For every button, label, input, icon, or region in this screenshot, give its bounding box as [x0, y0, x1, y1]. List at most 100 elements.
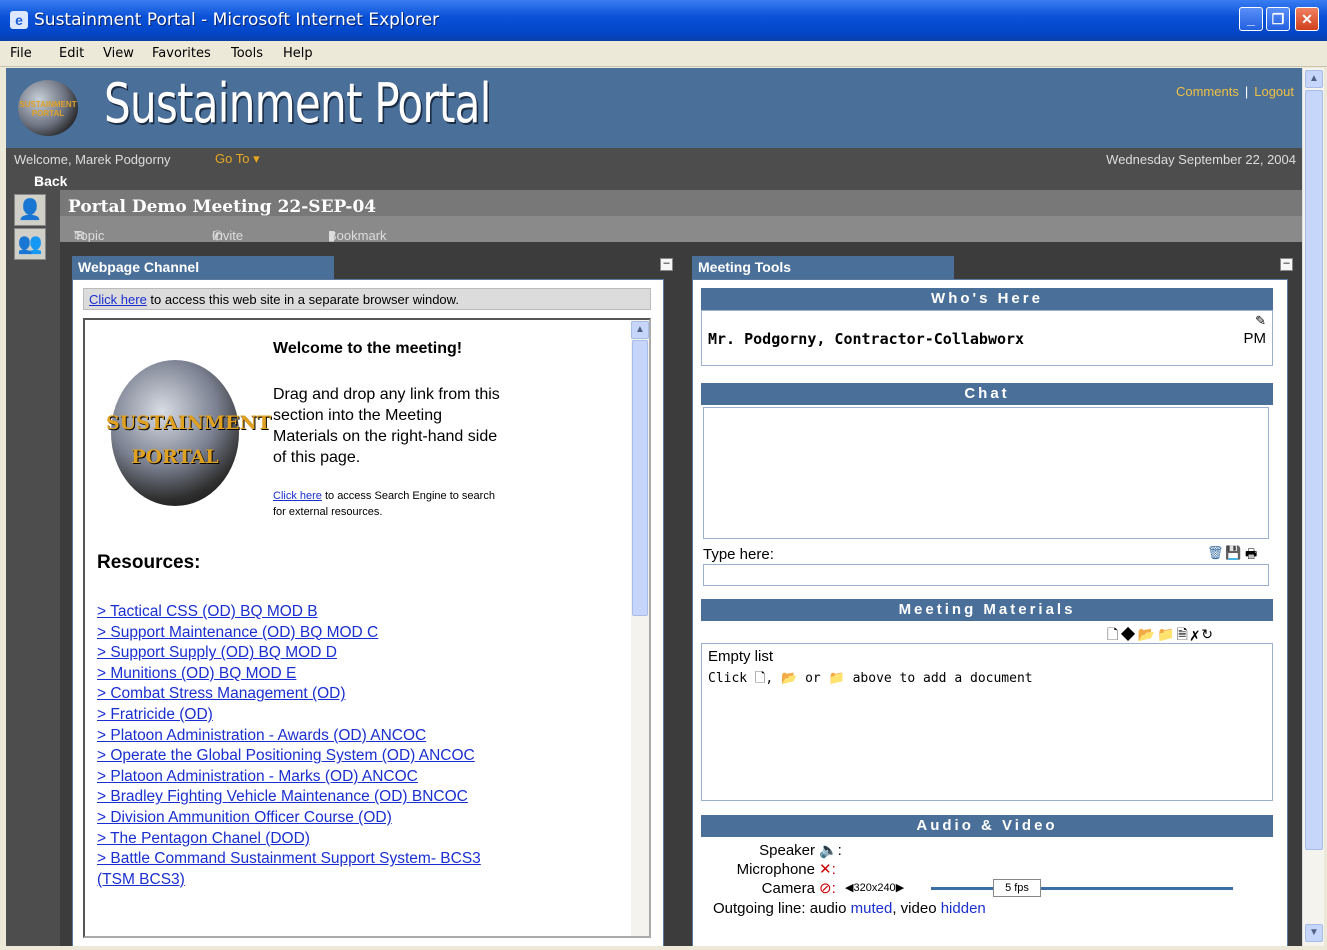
minimize-button[interactable]: _	[1239, 7, 1263, 31]
page-scroll-thumb[interactable]	[1305, 90, 1323, 850]
small-new-document-icon: 🗋	[754, 671, 766, 686]
resource-link[interactable]: > Tactical CSS (OD) BQ MOD B	[97, 602, 497, 623]
fps-slider-track[interactable]	[931, 887, 1233, 890]
resolution-right-arrow-icon[interactable]: ▶	[896, 882, 904, 894]
resource-link[interactable]: > Battle Command Sustainment Support Sys…	[97, 849, 497, 890]
folder-add-icon[interactable]: 📂	[1138, 626, 1157, 642]
resource-link[interactable]: > Munitions (OD) BQ MOD E	[97, 664, 497, 685]
maximize-button[interactable]: ❐	[1266, 7, 1290, 31]
folder-open-icon[interactable]: 📁	[1157, 626, 1176, 642]
meeting-materials-header: Meeting Materials	[701, 599, 1273, 621]
whos-here-header: Who's Here	[701, 288, 1273, 310]
open-separate-window-bar: Click here to access this web site in a …	[83, 288, 651, 310]
copy-document-icon[interactable]: 🗎	[1177, 626, 1190, 642]
comments-link[interactable]: Comments	[1176, 84, 1239, 99]
user-edit-icon[interactable]: ✎	[1255, 313, 1266, 329]
open-separate-window-link[interactable]: Click here	[89, 292, 147, 307]
resolution-value: 320x240	[853, 882, 896, 894]
top-links: Comments | Logout	[1175, 84, 1294, 99]
meeting-actions: ✉ Topic Feedback ✆ Invite Users ▮ Bookma…	[60, 216, 1302, 258]
speaker-icon[interactable]: 🔈:	[819, 841, 842, 859]
fps-slider-handle[interactable]: 5 fps	[993, 879, 1041, 897]
page-scrollbar[interactable]: ▲ ▼	[1302, 68, 1324, 946]
collapse-meeting-tools-button[interactable]: –	[1280, 258, 1293, 271]
portal-globe-logo: SUSTAINMENT PORTAL	[18, 80, 78, 136]
goto-menu[interactable]: Go To ▾	[215, 151, 260, 167]
sustainment-portal-logo: SUSTAINMENT PORTAL	[106, 360, 271, 506]
welcome-heading: Welcome to the meeting!	[273, 340, 463, 357]
resource-link[interactable]: > Platoon Administration - Awards (OD) A…	[97, 726, 497, 747]
portal-banner: SUSTAINMENT PORTAL Sustainment Portal Co…	[6, 68, 1302, 148]
collapse-webpage-channel-button[interactable]: –	[660, 258, 673, 271]
menu-tools[interactable]: Tools	[231, 46, 263, 61]
microphone-label: Microphone	[736, 861, 815, 878]
camera-label: Camera	[761, 880, 815, 897]
materials-hint-or: or	[805, 671, 821, 686]
participant-name: Mr. Podgorny, Contractor-Collabworx	[708, 330, 1025, 348]
trash-icon[interactable]: 🗑	[1207, 545, 1224, 561]
resource-link[interactable]: > Support Maintenance (OD) BQ MOD C	[97, 623, 497, 644]
resource-link[interactable]: > Operate the Global Positioning System …	[97, 746, 497, 767]
close-button[interactable]: ✕	[1295, 7, 1319, 31]
meeting-tools-tab: Meeting Tools	[692, 256, 954, 279]
menu-favorites[interactable]: Favorites	[152, 46, 211, 61]
welcome-bar: Welcome, Marek Podgorny Go To ▾ Wednesda…	[6, 148, 1302, 171]
logo-line1: SUSTAINMENT	[106, 412, 272, 434]
menu-bar: File Edit View Favorites Tools Help	[0, 41, 1327, 106]
tag-icon[interactable]: ◆	[1120, 626, 1138, 642]
chat-header: Chat	[701, 383, 1273, 405]
resource-link[interactable]: > Division Ammunition Officer Course (OD…	[97, 808, 497, 829]
resource-link[interactable]: > The Pentagon Chanel (DOD)	[97, 829, 497, 850]
chat-input[interactable]	[703, 564, 1269, 586]
meeting-bar: Portal Demo Meeting 22-SEP-04 ✉ Topic Fe…	[60, 190, 1302, 258]
audio-word: audio	[809, 900, 847, 917]
back-home-link[interactable]: ⌂ Back Home	[6, 171, 1302, 205]
resources-list: > Tactical CSS (OD) BQ MOD B > Support M…	[97, 602, 497, 890]
menu-edit[interactable]: Edit	[59, 46, 84, 61]
portal-brand: Sustainment Portal	[104, 72, 491, 135]
save-icon[interactable]: 💾	[1225, 545, 1241, 561]
menu-help[interactable]: Help	[283, 46, 313, 61]
chat-type-label: Type here:	[703, 546, 774, 563]
materials-hint-sep: ,	[765, 671, 774, 686]
ie-icon: e	[10, 11, 28, 29]
resource-link[interactable]: > Platoon Administration - Marks (OD) AN…	[97, 767, 497, 788]
page-scroll-down-icon[interactable]: ▼	[1305, 924, 1323, 942]
audio-video-header: Audio & Video	[701, 815, 1273, 837]
meeting-title: Portal Demo Meeting 22-SEP-04	[68, 197, 377, 217]
new-document-icon[interactable]: 🗋	[1107, 626, 1120, 642]
resource-link[interactable]: > Bradley Fighting Vehicle Maintenance (…	[97, 787, 497, 808]
resource-link[interactable]: > Combat Stress Management (OD)	[97, 684, 497, 705]
materials-empty-text: Empty list	[708, 648, 774, 665]
microphone-icon[interactable]: ✕:	[819, 860, 836, 878]
users-group-icon[interactable]: 👥	[14, 228, 46, 260]
video-hidden-link[interactable]: hidden	[941, 900, 986, 917]
resolution-selector[interactable]: ◀320x240▶	[845, 881, 904, 894]
menu-view[interactable]: View	[103, 46, 134, 61]
window-title: Sustainment Portal - Microsoft Internet …	[34, 10, 440, 30]
scroll-up-icon[interactable]: ▲	[631, 321, 649, 339]
delete-icon[interactable]: ✗	[1190, 626, 1201, 642]
user-icon[interactable]: 👤	[14, 194, 46, 226]
materials-hint: Click 🗋, 📂 or 📁 above to add a document	[708, 669, 1033, 691]
camera-icon[interactable]: ⊘:	[819, 879, 836, 897]
outgoing-label: Outgoing line:	[713, 900, 806, 917]
search-engine-link[interactable]: Click here	[273, 490, 322, 502]
resource-link[interactable]: > Fratricide (OD)	[97, 705, 497, 726]
participant-time: PM	[1243, 330, 1267, 347]
speaker-label: Speaker	[759, 842, 815, 859]
refresh-icon[interactable]: ↻	[1201, 626, 1215, 642]
materials-hint-click: Click	[708, 671, 748, 686]
logout-link[interactable]: Logout	[1254, 84, 1294, 99]
resource-link[interactable]: > Support Supply (OD) BQ MOD D	[97, 643, 497, 664]
left-toolbar: 👤 👥	[6, 190, 60, 946]
logo-line2: PORTAL	[131, 446, 219, 468]
frame-scrollbar[interactable]: ▲	[631, 320, 649, 936]
page-scroll-up-icon[interactable]: ▲	[1305, 70, 1323, 88]
materials-list: Empty list Click 🗋, 📂 or 📁 above to add …	[701, 643, 1273, 801]
resources-heading: Resources:	[97, 552, 201, 573]
audio-muted-link[interactable]: muted	[851, 900, 893, 917]
page-content: SUSTAINMENT PORTAL Sustainment Portal Co…	[6, 68, 1302, 946]
menu-file[interactable]: File	[10, 46, 32, 61]
frame-scroll-thumb[interactable]	[632, 340, 648, 616]
